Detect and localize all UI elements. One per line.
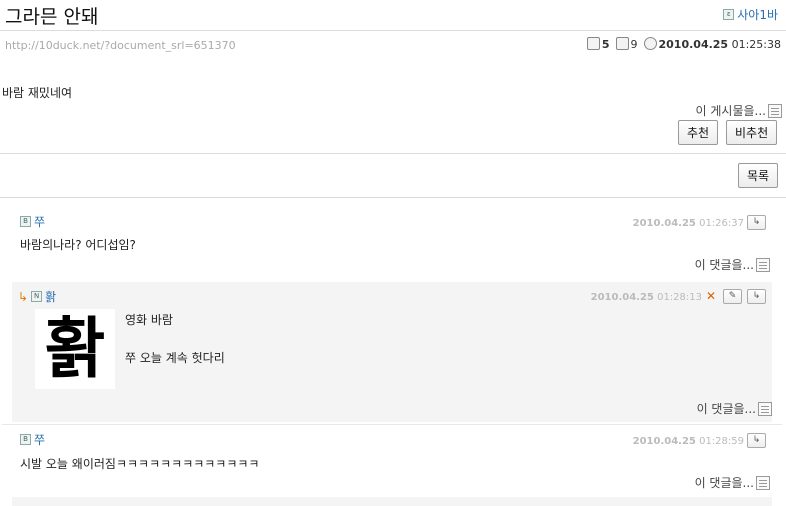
member-icon: B xyxy=(20,216,31,227)
post-title: 그라믄 안돼 xyxy=(5,6,99,28)
author-link[interactable]: ε 사아1바 xyxy=(723,6,778,23)
comment-text: 시발 오늘 왜이러짐ㅋㅋㅋㅋㅋㅋㅋㅋㅋㅋㅋㅋㅋ xyxy=(20,457,260,471)
post-date: 2010.04.25 xyxy=(658,38,729,51)
reply-indicator-icon: ↳ xyxy=(18,289,29,304)
post-time: 01:25:38 xyxy=(731,38,781,51)
document-icon xyxy=(768,103,782,118)
post-body: 바람 재밌네여 xyxy=(2,86,73,100)
comment-text-line: 쭈 오늘 계속 헛다리 xyxy=(125,351,225,365)
document-icon xyxy=(758,401,772,416)
list-button[interactable]: 목록 xyxy=(738,163,779,188)
comment-author[interactable]: B 쭈 xyxy=(20,431,45,448)
reply-arrow-icon[interactable]: ↳ xyxy=(747,289,766,304)
next-comment-partial xyxy=(12,497,772,506)
reply-arrow-icon[interactable]: ↳ xyxy=(747,433,766,448)
comment-text: 바람의나라? 어디섭임? xyxy=(20,238,136,252)
comment-author[interactable]: ↳ N 홝 xyxy=(18,288,56,305)
edit-icon[interactable]: ✎ xyxy=(723,289,742,304)
read-count: 9 xyxy=(630,38,638,51)
document-icon xyxy=(756,475,770,490)
comment-menu[interactable]: 이 댓글을... xyxy=(697,400,772,417)
divider xyxy=(0,153,786,154)
document-icon xyxy=(756,257,770,272)
comment-item: B 쭈 2010.04.25 01:28:59 ↳ 시발 오늘 왜이러짐ㅋㅋㅋㅋ… xyxy=(2,424,782,497)
comment-menu[interactable]: 이 댓글을... xyxy=(695,256,770,273)
post-url[interactable]: http://10duck.net/?document_srl=651370 xyxy=(5,39,236,52)
clock-icon xyxy=(643,37,657,50)
comment-count: 5 xyxy=(601,38,610,51)
comment-text-line: 영화 바람 xyxy=(125,313,173,327)
comment-datetime: 2010.04.25 01:28:59 xyxy=(632,436,744,447)
post-menu[interactable]: 이 게시물을... xyxy=(696,102,782,119)
member-icon: ε xyxy=(723,9,735,20)
read-count-icon xyxy=(615,37,629,50)
comment-item: B 쭈 2010.04.25 01:26:37 ↳ 바람의나라? 어디섭임? 이… xyxy=(2,205,782,277)
recommend-button[interactable]: 추천 xyxy=(678,120,719,145)
comment-menu[interactable]: 이 댓글을... xyxy=(695,474,770,491)
divider xyxy=(0,197,786,198)
author-name[interactable]: 사아1바 xyxy=(737,6,778,23)
reply-arrow-icon[interactable]: ↳ xyxy=(747,215,766,230)
comment-image: 홝 xyxy=(35,309,115,389)
member-icon: B xyxy=(20,434,31,445)
comment-datetime: 2010.04.25 01:26:37 xyxy=(632,218,744,229)
comment-count-icon xyxy=(586,37,600,50)
not-recommend-button[interactable]: 비추천 xyxy=(726,120,778,145)
comment-author[interactable]: B 쭈 xyxy=(20,213,45,230)
divider xyxy=(0,30,786,31)
member-icon: N xyxy=(31,291,43,302)
comment-reply-item: ↳ N 홝 2010.04.25 01:28:13 ✕ ✎ ↳ 홝 영화 바람 … xyxy=(12,282,772,422)
post-meta: 5 9 2010.04.25 01:25:38 xyxy=(586,37,781,51)
delete-icon[interactable]: ✕ xyxy=(706,289,716,303)
comment-datetime: 2010.04.25 01:28:13 xyxy=(590,292,702,303)
